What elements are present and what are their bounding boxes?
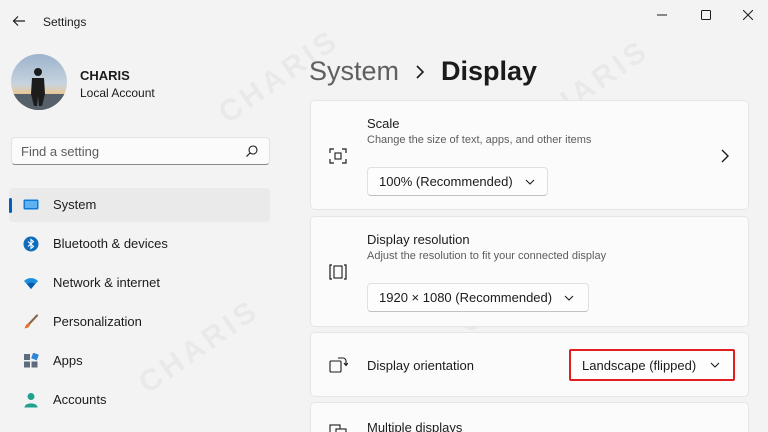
app-title: Settings (43, 15, 87, 29)
active-indicator (9, 198, 12, 213)
sidebar-item-personalization[interactable]: Personalization (9, 305, 270, 339)
sidebar-item-network[interactable]: Network & internet (9, 266, 270, 300)
search-icon[interactable] (245, 144, 259, 158)
chevron-right-icon (721, 149, 729, 163)
system-icon (23, 199, 39, 210)
close-icon (743, 10, 753, 20)
search-placeholder: Find a setting (21, 144, 100, 159)
orientation-card: Display orientation Landscape (flipped) (310, 332, 749, 397)
maximize-icon (701, 10, 711, 20)
avatar[interactable] (11, 54, 67, 110)
title-bar: Settings (0, 0, 768, 44)
account-type: Local Account (80, 86, 155, 100)
bluetooth-icon (23, 236, 39, 252)
scale-title: Scale (367, 116, 400, 131)
breadcrumb-parent[interactable]: System (309, 56, 399, 87)
sidebar-item-label: Apps (53, 353, 83, 368)
scale-icon (329, 148, 347, 164)
multiple-displays-title: Multiple displays (367, 420, 463, 432)
resolution-value: 1920 × 1080 (Recommended) (379, 290, 553, 305)
resolution-title: Display resolution (367, 232, 470, 247)
orientation-title: Display orientation (367, 358, 474, 373)
wifi-icon (24, 278, 38, 289)
sidebar-item-bluetooth[interactable]: Bluetooth & devices (9, 227, 270, 261)
breadcrumb: System Display (309, 56, 537, 87)
chevron-down-icon (710, 362, 720, 368)
maximize-button[interactable] (684, 4, 728, 26)
back-button[interactable] (8, 10, 30, 32)
sidebar-item-system[interactable]: System (9, 188, 270, 222)
sidebar-item-label: Personalization (53, 314, 142, 329)
orientation-value: Landscape (flipped) (582, 357, 697, 373)
close-button[interactable] (726, 4, 768, 26)
minimize-icon (657, 14, 667, 16)
scale-dropdown[interactable]: 100% (Recommended) (367, 167, 548, 196)
sidebar-item-accounts[interactable]: Accounts (9, 383, 270, 417)
multiple-displays-icon (329, 424, 347, 432)
sidebar-item-label: System (53, 197, 97, 212)
search-input[interactable]: Find a setting (11, 137, 270, 165)
page-title: Display (441, 56, 538, 86)
scale-card[interactable]: Scale Change the size of text, apps, and… (310, 100, 749, 210)
scale-description: Change the size of text, apps, and other… (367, 134, 592, 146)
resolution-card: Display resolution Adjust the resolution… (310, 216, 749, 327)
resolution-description: Adjust the resolution to fit your connec… (367, 250, 607, 262)
chevron-down-icon (564, 295, 574, 301)
resolution-icon (329, 264, 347, 280)
orientation-icon (329, 357, 348, 373)
orientation-dropdown[interactable]: Landscape (flipped) (569, 349, 735, 381)
user-name: CHARIS (80, 68, 130, 83)
person-icon (24, 393, 38, 408)
scale-value: 100% (Recommended) (379, 174, 513, 189)
sidebar-item-label: Accounts (53, 392, 107, 407)
brush-icon (24, 314, 39, 329)
minimize-button[interactable] (640, 4, 684, 26)
sidebar-item-apps[interactable]: Apps (9, 344, 270, 378)
chevron-down-icon (525, 179, 535, 185)
chevron-right-icon (416, 64, 425, 79)
apps-icon (24, 353, 39, 368)
back-arrow-icon (12, 16, 25, 26)
sidebar-item-label: Network & internet (53, 275, 160, 290)
resolution-dropdown[interactable]: 1920 × 1080 (Recommended) (367, 283, 589, 312)
sidebar-item-label: Bluetooth & devices (53, 236, 168, 251)
multiple-displays-card[interactable]: Multiple displays (310, 402, 749, 432)
